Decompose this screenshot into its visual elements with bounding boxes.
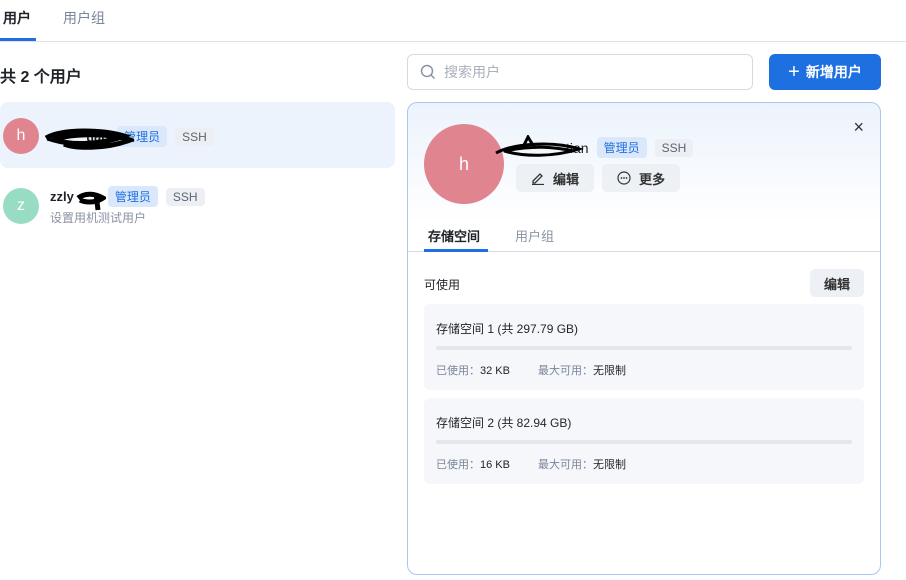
storage-card: 存储空间 2 (共 82.94 GB) 已使用：16 KB 最大可用：无限制 (424, 398, 864, 484)
storage-title: 存储空间 2 (共 82.94 GB) (436, 416, 572, 430)
more-icon (617, 171, 631, 185)
user-name: zzly (50, 189, 74, 204)
admin-badge: 管理员 (596, 137, 647, 158)
max-info: 最大可用：无限制 (538, 459, 626, 471)
pencil-icon (531, 173, 544, 185)
search-icon (420, 64, 436, 80)
edit-storage-button[interactable]: 编辑 (810, 269, 864, 297)
storage-card: 存储空间 1 (共 297.79 GB) 已使用：32 KB 最大可用：无限制 (424, 304, 864, 390)
used-info: 已使用：16 KB (436, 459, 510, 471)
active-tab-indicator (0, 38, 36, 41)
avatar: h (3, 118, 39, 154)
ssh-badge: SSH (165, 187, 205, 206)
user-description: 设置用机测试用户 (50, 211, 147, 225)
active-tab-indicator (424, 249, 488, 252)
user-count: 共 2 个用户 (0, 69, 82, 86)
max-info: 最大可用：无限制 (538, 365, 626, 377)
storage-usage-bar (436, 346, 852, 350)
add-user-label: 新增用户 (805, 64, 862, 80)
avatar: z (3, 188, 39, 224)
available-label: 可使用 (424, 278, 461, 292)
admin-badge: 管理员 (107, 186, 158, 207)
search-box[interactable] (407, 54, 753, 90)
user-detail-panel: × h tian 管理员 SSH 编辑 更多 存储空间 用户组 可使用 编辑 存… (407, 102, 881, 575)
add-user-button[interactable]: + 新增用户 (769, 54, 881, 90)
user-list-item[interactable]: h tian 管理员 SSH (0, 102, 395, 168)
top-tabs: 用户 用户组 (0, 0, 906, 42)
ssh-badge: SSH (654, 138, 694, 157)
tab-storage[interactable]: 存储空间 (428, 226, 480, 245)
tab-user-groups[interactable]: 用户组 (63, 8, 105, 28)
used-info: 已使用：32 KB (436, 365, 510, 377)
plus-icon: + (788, 61, 800, 83)
more-label: 更多 (638, 171, 665, 187)
admin-badge: 管理员 (117, 126, 168, 147)
user-name: tian (86, 129, 110, 144)
storage-usage-bar (436, 440, 852, 444)
detail-user-name: tian (566, 139, 589, 156)
edit-label: 编辑 (552, 171, 579, 187)
storage-title: 存储空间 1 (共 297.79 GB) (436, 322, 579, 336)
tab-users[interactable]: 用户 (3, 8, 31, 28)
ssh-badge: SSH (175, 127, 214, 146)
user-list-item[interactable]: z zzly 管理员 SSH 设置用机测试用户 (0, 176, 395, 242)
close-icon[interactable]: × (853, 117, 864, 138)
more-button[interactable]: 更多 (602, 164, 680, 192)
detail-avatar: h (424, 124, 504, 204)
tab-detail-user-groups[interactable]: 用户组 (515, 226, 554, 245)
search-input[interactable] (444, 64, 752, 80)
edit-user-button[interactable]: 编辑 (516, 164, 594, 192)
